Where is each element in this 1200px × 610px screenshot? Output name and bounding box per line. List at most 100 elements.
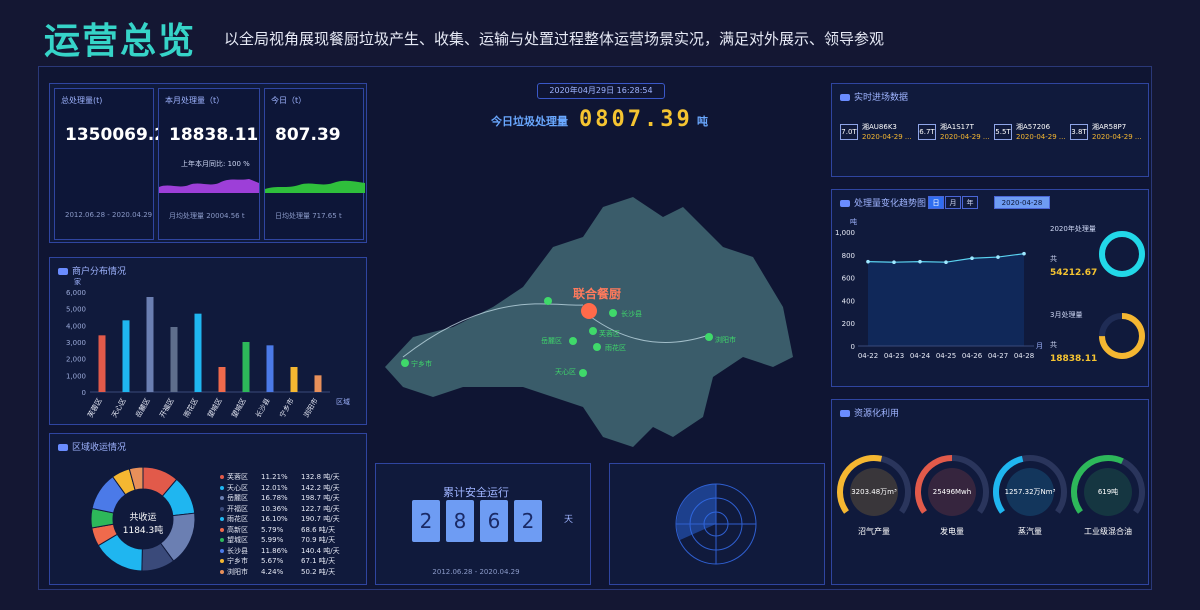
bar	[122, 320, 130, 392]
line-y-tick: 400	[842, 297, 855, 305]
line-x-tick: 04-23	[884, 352, 904, 360]
date-picker[interactable]: 2020-04-28	[994, 196, 1050, 209]
bar-y-tick: 6,000	[66, 289, 86, 297]
safety-range: 2012.06.28 - 2020.04.29	[432, 568, 520, 576]
datetime-box: 2020年04月29日 16:28:54	[537, 83, 665, 99]
bar-y-tick: 3,000	[66, 339, 86, 347]
donut-center-label: 共收运 1184.3吨	[122, 513, 164, 536]
gauge-value: 25496Mwh	[933, 488, 971, 496]
stat-today-label: 今日（t）	[271, 96, 307, 105]
march-prefix: 共	[1050, 341, 1057, 349]
legend-item: 望城区 5.99% 70.9 吨/天	[220, 535, 335, 545]
gauge-name: 蒸汽量	[1018, 526, 1042, 536]
line-x-tick: 04-27	[988, 352, 1008, 360]
bar-x-tick: 岳麓区	[133, 397, 151, 420]
bar-x-tick: 宁乡市	[277, 397, 295, 420]
merchant-panel: 商户分布情况 家 6,000 5,000 4,000 3,000 2,000 1,000 0 芙…	[49, 257, 367, 425]
bar	[146, 297, 154, 392]
bar-y-unit: 家	[74, 277, 81, 286]
bar-x-tick: 天心区	[110, 397, 127, 419]
line-point	[1022, 251, 1026, 256]
truck-icon	[58, 444, 68, 451]
vehicle-entry: 3.8T 湘AR58P7 2020-04-29 ...	[1070, 123, 1142, 141]
resources-panel: 资源化利用 3203.48万m³ 沼气产量 25496Mwh 发电量 1257.32万N…	[831, 399, 1149, 585]
march-label: 3月处理量	[1050, 311, 1083, 319]
line-y-tick: 600	[842, 275, 855, 283]
pie-title: 区域收运情况	[58, 440, 126, 453]
annual-value: 54212.67	[1050, 268, 1098, 278]
legend-item: 浏阳市 4.24% 50.2 吨/天	[220, 567, 335, 577]
stat-month-yoy: 上年本月同比: 100 %	[181, 160, 250, 168]
stat-month-sparkline	[159, 179, 259, 193]
stat-total-foot: 2012.06.28 - 2020.04.29	[65, 211, 153, 219]
annual-prefix: 共	[1050, 255, 1057, 263]
bar	[314, 375, 322, 392]
stat-today: 今日（t） 807.39 日均处理量 717.65 t	[264, 88, 365, 240]
line-x-tick: 04-26	[962, 352, 983, 360]
march-value: 18838.11	[1050, 354, 1098, 364]
trend-line-chart: 吨 1,000 800 600 400 200 004-22 04-23 04-24 04-25 0…	[835, 217, 1042, 360]
map-place-furong: 芙蓉区	[599, 330, 620, 338]
page-subtitle: 以全局视角展现餐厨垃圾产生、收集、运输与处置过程整体运营场景实况，满足对外展示、…	[224, 30, 885, 48]
line-area	[868, 253, 1024, 346]
bar-x-tick: 开福区	[157, 397, 175, 420]
today-label: 今日垃圾处理量	[491, 115, 568, 128]
stat-total-label: 总处理量(t)	[61, 96, 103, 105]
bar-x-tick: 浏阳市	[301, 397, 319, 420]
map-place-liuyang: 浏阳市	[715, 336, 736, 344]
region-map	[385, 197, 793, 447]
line-y-tick: 800	[842, 252, 855, 260]
gauge-value: 619吨	[1098, 487, 1118, 496]
legend-item: 开福区 10.36% 122.7 吨/天	[220, 504, 340, 514]
bar-y-tick: 5,000	[66, 306, 86, 314]
radar-graphic	[675, 483, 757, 565]
bar-y-tick: 1,000	[66, 372, 86, 380]
gauge-icon	[840, 410, 850, 417]
bar	[98, 335, 106, 392]
resource-gauges: 3203.48万m³ 沼气产量 25496Mwh 发电量 1257.32万Nm³ 蒸汽量 6…	[837, 455, 1145, 536]
line-point	[866, 259, 870, 264]
map-place-yuhua: 雨花区	[605, 344, 626, 352]
map-shape	[385, 197, 793, 447]
line-point	[892, 260, 896, 265]
stat-today-value: 807.39	[275, 125, 341, 145]
bar-y-tick: 0	[82, 389, 86, 397]
stats-panel: 总处理量(t) 1350069.25 2012.06.28 - 2020.04.…	[49, 83, 367, 243]
march-ring	[1099, 313, 1145, 359]
bar-y-tick: 4,000	[66, 322, 86, 330]
stat-today-sparkline	[265, 180, 365, 193]
line-y-tick: 1,000	[835, 229, 855, 237]
map-place-changsha: 长沙县	[621, 310, 642, 318]
stat-month-foot: 月均处理量 20004.56 t	[169, 212, 245, 220]
tab-month[interactable]: 月	[945, 196, 961, 209]
bar	[242, 342, 250, 392]
annual-label: 2020年处理量	[1050, 225, 1096, 233]
dashboard-board: 总处理量(t) 1350069.25 2012.06.28 - 2020.04.…	[38, 66, 1152, 590]
legend-item: 高新区 5.79% 68.6 吨/天	[220, 525, 335, 535]
map-place-tianxin: 天心区	[555, 368, 576, 376]
stat-today-foot: 日均处理量 717.65 t	[275, 212, 342, 220]
line-point	[996, 255, 1000, 259]
stat-month-value: 18838.11	[169, 125, 259, 145]
map-place-ningxiang: 宁乡市	[411, 360, 432, 368]
bar-x-tick: 望城区	[205, 397, 223, 420]
stat-month-label: 本月处理量（t）	[165, 96, 225, 105]
bar	[290, 367, 298, 392]
page-title: 运营总览	[44, 21, 197, 62]
hub-marker	[581, 303, 597, 319]
line-x-tick: 04-22	[858, 352, 878, 360]
radar-panel	[609, 463, 825, 585]
gauge-value: 1257.32万Nm³	[1005, 488, 1056, 496]
line-x-tick: 04-28	[1014, 352, 1034, 360]
legend-item: 长沙县 11.86% 140.4 吨/天	[220, 546, 340, 556]
vehicles-title: 实时进场数据	[840, 90, 908, 103]
vehicles-panel: 实时进场数据 7.0T 湘AU86K3 2020-04-29 ... 6.7T 湘A1…	[831, 83, 1149, 177]
merchant-bar-chart: 家 6,000 5,000 4,000 3,000 2,000 1,000 0芙蓉区 天心区 岳麓…	[66, 277, 350, 420]
bar-x-tick: 芙蓉区	[85, 397, 103, 420]
tab-day[interactable]: 日	[928, 196, 944, 209]
map-place-yuelu: 岳麓区	[541, 337, 562, 345]
bar-x-tick: 长沙县	[253, 397, 271, 420]
tab-year[interactable]: 年	[962, 196, 978, 209]
stat-month: 本月处理量（t） 18838.11 上年本月同比: 100 % 月均处理量 20…	[158, 88, 260, 240]
line-point	[944, 260, 948, 265]
